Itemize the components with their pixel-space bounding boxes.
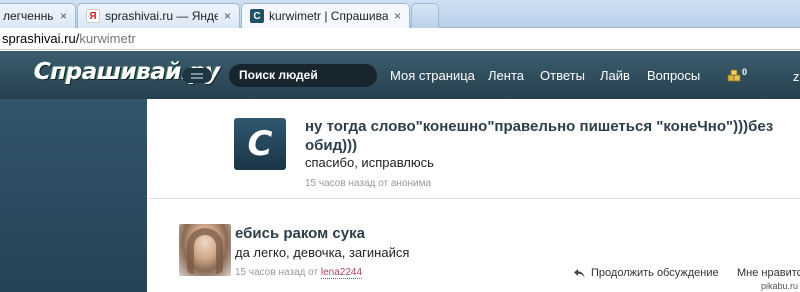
search-input[interactable]: Поиск людей <box>229 64 377 87</box>
question-meta: 15 часов назад от lena2244 <box>235 267 363 279</box>
browser-tab-3[interactable]: C kurwimetr | Спрашивай.ру × <box>241 3 410 28</box>
author-link[interactable]: lena2244 <box>320 267 363 279</box>
browser-tab-strip: легченный × Я sprashivai.ru — Яндекс: на… <box>0 0 800 28</box>
nav-feed[interactable]: Лента <box>488 68 524 83</box>
new-tab-button[interactable] <box>411 3 439 28</box>
address-path: kurwimetr <box>79 31 136 46</box>
tab-title: sprashivai.ru — Яндекс: на <box>105 9 218 23</box>
site-header: Спрашивай.ру Поиск людей Моя страница Ле… <box>0 51 800 99</box>
question-meta: 15 часов назад от анонима <box>305 178 432 189</box>
chat-icon <box>191 72 203 79</box>
reply-arrow-icon <box>574 268 585 277</box>
left-sidebar <box>0 99 147 292</box>
browser-tab-2[interactable]: Я sprashivai.ru — Яндекс: на × <box>77 3 240 28</box>
anonymous-avatar: C <box>234 118 286 170</box>
nav-live[interactable]: Лайв <box>600 68 630 83</box>
close-icon[interactable]: × <box>60 9 67 23</box>
coins-icon[interactable] <box>727 69 741 83</box>
nav-my-page[interactable]: Моя страница <box>390 68 475 83</box>
close-icon[interactable]: × <box>224 9 231 23</box>
address-bar[interactable]: sprashivai.ru/kurwimetr <box>0 28 800 50</box>
address-host: sprashivai.ru/ <box>2 31 80 46</box>
question-title[interactable]: ебись раком сука <box>235 225 365 242</box>
messages-button[interactable] <box>182 68 212 83</box>
nav-questions[interactable]: Вопросы <box>647 68 700 83</box>
meta-time: 15 часов назад от <box>235 267 321 278</box>
feed: C ну тогда слово"конешно"правельно пишет… <box>147 99 800 292</box>
continue-discussion-button[interactable]: Продолжить обсуждение <box>574 267 719 279</box>
divider <box>147 198 800 199</box>
question-title[interactable]: ну тогда слово"конешно"правельно пишетьс… <box>305 117 775 155</box>
nav-answers[interactable]: Ответы <box>540 68 585 83</box>
coin-count: 0 <box>742 67 748 77</box>
tab-title: легченный <box>3 9 54 23</box>
sprashivai-icon: C <box>250 9 264 23</box>
yandex-icon: Я <box>86 9 100 23</box>
like-button[interactable]: Мне нравитс <box>737 267 800 279</box>
answer-text: да легко, девочка, загинайся <box>235 245 410 260</box>
continue-label: Продолжить обсуждение <box>591 267 719 279</box>
user-avatar[interactable] <box>179 224 231 276</box>
browser-tab-1[interactable]: легченный × <box>0 3 76 28</box>
tab-title: kurwimetr | Спрашивай.ру <box>269 9 388 23</box>
close-icon[interactable]: × <box>394 9 401 23</box>
answer-text: спасибо, исправлюсь <box>305 155 434 170</box>
user-menu[interactable]: z <box>793 69 800 84</box>
watermark: pikabu.ru <box>759 281 800 291</box>
